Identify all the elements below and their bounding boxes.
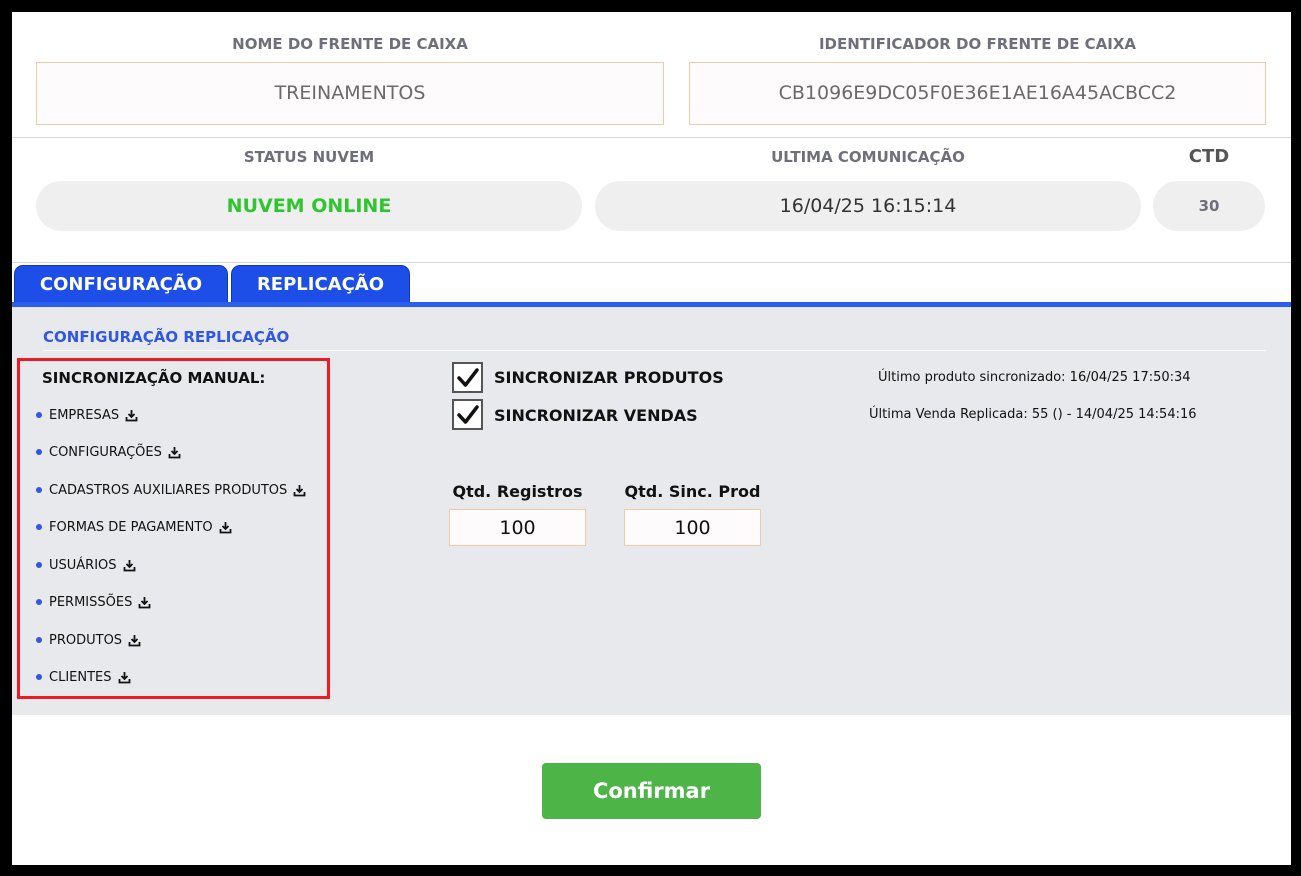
sync-vendas-checkbox[interactable] xyxy=(452,399,483,430)
bullet-icon xyxy=(36,674,42,680)
qtd-sinc-prod-input[interactable] xyxy=(624,509,761,546)
sync-item-permissoes[interactable]: PERMISSÕES xyxy=(36,592,151,612)
sync-item-label: PRODUTOS xyxy=(49,632,123,648)
sync-manual-title: SINCRONIZAÇÃO MANUAL: xyxy=(42,369,266,387)
tab-configuracao[interactable]: CONFIGURAÇÃO xyxy=(14,265,228,304)
qtd-sinc-prod-label: Qtd. Sinc. Prod xyxy=(624,482,761,501)
divider xyxy=(12,137,1291,138)
bullet-icon xyxy=(36,524,42,530)
sync-item-label: FORMAS DE PAGAMENTO xyxy=(49,519,213,535)
bullet-icon xyxy=(36,599,42,605)
download-icon[interactable] xyxy=(138,596,151,609)
id-label: IDENTIFICADOR DO FRENTE DE CAIXA xyxy=(818,35,1137,53)
sync-item-label: USUÁRIOS xyxy=(49,557,117,573)
section-rule xyxy=(43,350,1266,351)
ultima-venda-info: Última Venda Replicada: 55 () - 14/04/25… xyxy=(869,407,1197,422)
ultimo-produto-info: Último produto sincronizado: 16/04/25 17… xyxy=(878,370,1191,385)
divider xyxy=(12,262,1291,263)
sync-item-label: EMPRESAS xyxy=(49,407,120,423)
sync-produtos-checkbox[interactable] xyxy=(452,362,483,393)
sync-item-usuarios[interactable]: USUÁRIOS xyxy=(36,555,136,575)
tab-replicacao[interactable]: REPLICAÇÃO xyxy=(231,265,410,304)
sync-item-empresas[interactable]: EMPRESAS xyxy=(36,405,138,425)
status-badge: NUVEM ONLINE xyxy=(36,181,582,231)
qtd-registros-label: Qtd. Registros xyxy=(452,482,583,501)
bullet-icon xyxy=(36,412,42,418)
status-label: STATUS NUVEM xyxy=(243,148,375,166)
sync-produtos-label: SINCRONIZAR PRODUTOS xyxy=(494,368,724,387)
qtd-registros-input[interactable] xyxy=(449,509,586,546)
section-title: CONFIGURAÇÃO REPLICAÇÃO xyxy=(43,328,290,346)
nome-field: TREINAMENTOS xyxy=(36,62,664,125)
sync-vendas-label: SINCRONIZAR VENDAS xyxy=(494,406,698,425)
checkmark-icon xyxy=(456,404,479,424)
sync-item-clientes[interactable]: CLIENTES xyxy=(36,667,131,687)
sync-item-label: CONFIGURAÇÕES xyxy=(49,444,162,460)
download-icon[interactable] xyxy=(118,671,131,684)
sync-item-produtos[interactable]: PRODUTOS xyxy=(36,630,141,650)
download-icon[interactable] xyxy=(125,409,138,422)
sync-item-configuracoes[interactable]: CONFIGURAÇÕES xyxy=(36,442,181,462)
confirm-button[interactable]: Confirmar xyxy=(542,763,761,819)
download-icon[interactable] xyxy=(219,521,232,534)
sync-item-formas-pagamento[interactable]: FORMAS DE PAGAMENTO xyxy=(36,517,232,537)
sync-item-label: PERMISSÕES xyxy=(49,594,133,610)
sync-item-label: CADASTROS AUXILIARES PRODUTOS xyxy=(49,482,288,498)
bullet-icon xyxy=(36,562,42,568)
bullet-icon xyxy=(36,449,42,455)
download-icon[interactable] xyxy=(168,446,181,459)
bullet-icon xyxy=(36,487,42,493)
download-icon[interactable] xyxy=(123,559,136,572)
ultima-comunicacao-label: ULTIMA COMUNICAÇÃO xyxy=(771,148,965,166)
download-icon[interactable] xyxy=(293,484,306,497)
id-field: CB1096E9DC05F0E36E1AE16A45ACBCC2 xyxy=(689,62,1266,125)
download-icon[interactable] xyxy=(128,634,141,647)
bullet-icon xyxy=(36,637,42,643)
ctd-label: CTD xyxy=(1188,146,1230,167)
form-frame: NOME DO FRENTE DE CAIXA TREINAMENTOS IDE… xyxy=(12,12,1291,865)
sync-item-cadastros-auxiliares[interactable]: CADASTROS AUXILIARES PRODUTOS xyxy=(36,480,306,500)
ctd-value: 30 xyxy=(1153,181,1265,231)
sync-item-label: CLIENTES xyxy=(49,669,112,685)
checkmark-icon xyxy=(456,367,479,387)
ultima-comunicacao-value: 16/04/25 16:15:14 xyxy=(595,181,1141,231)
nome-label: NOME DO FRENTE DE CAIXA xyxy=(232,35,468,53)
